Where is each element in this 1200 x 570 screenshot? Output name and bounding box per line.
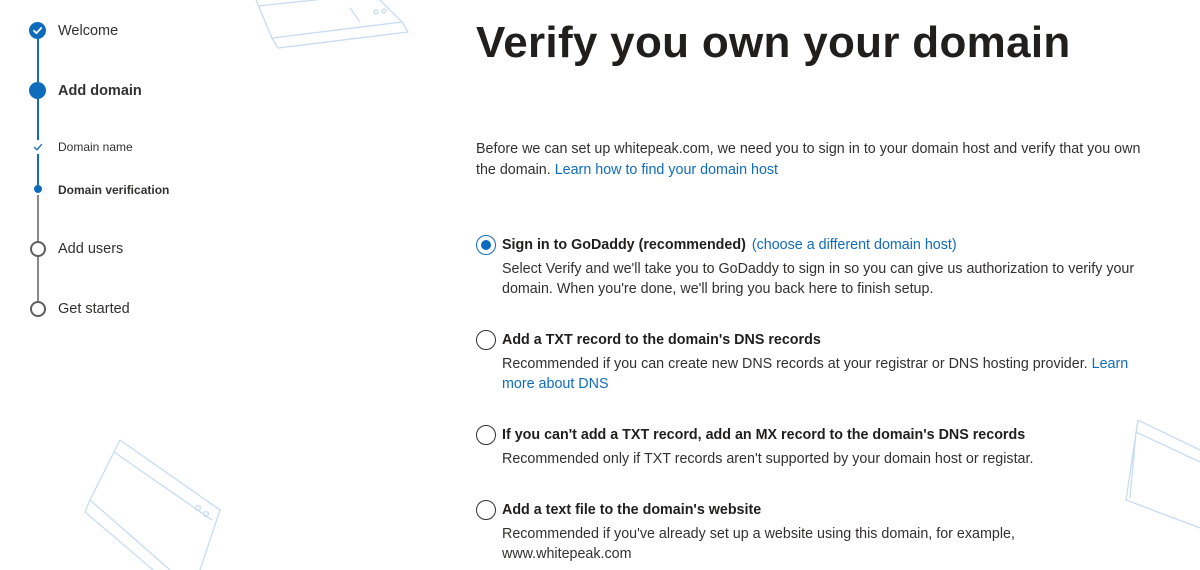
option-description: Recommended if you can create new DNS re… bbox=[502, 354, 1142, 394]
radio-selected-icon[interactable] bbox=[476, 235, 496, 255]
option-description: Select Verify and we'll take you to GoDa… bbox=[502, 261, 1135, 297]
setup-stepper: Welcome Add domain Domain name Domain ve… bbox=[0, 0, 250, 570]
current-substep-dot-icon bbox=[34, 185, 42, 193]
step-add-domain: Add domain bbox=[58, 83, 142, 99]
step-connector bbox=[37, 99, 39, 140]
step-connector bbox=[37, 39, 39, 82]
substep-domain-name: Domain name bbox=[58, 140, 133, 154]
step-welcome: Welcome bbox=[58, 23, 119, 39]
option-description: Recommended if you've already set up a w… bbox=[502, 526, 1015, 562]
step-add-users: Add users bbox=[58, 241, 124, 257]
option-label[interactable]: If you can't add a TXT record, add an MX… bbox=[502, 427, 1025, 443]
pending-step-icon bbox=[30, 241, 46, 257]
find-domain-host-link[interactable]: Learn how to find your domain host bbox=[555, 162, 778, 178]
radio-empty-icon[interactable] bbox=[476, 330, 496, 350]
choose-different-host-link[interactable]: (choose a different domain host) bbox=[752, 237, 957, 253]
substep-domain-verification: Domain verification bbox=[58, 183, 170, 197]
step-connector bbox=[37, 154, 39, 185]
option-label[interactable]: Add a text file to the domain's website bbox=[502, 502, 761, 518]
current-step-icon bbox=[29, 82, 46, 99]
option-txt-record[interactable]: Add a TXT record to the domain's DNS rec… bbox=[476, 330, 1156, 394]
option-text-file[interactable]: Add a text file to the domain's website … bbox=[476, 500, 1156, 564]
option-label[interactable]: Add a TXT record to the domain's DNS rec… bbox=[502, 332, 821, 348]
pending-step-icon bbox=[30, 301, 46, 317]
option-mx-record[interactable]: If you can't add a TXT record, add an MX… bbox=[476, 425, 1156, 469]
checkmark-circle-icon bbox=[29, 22, 46, 39]
step-connector bbox=[37, 257, 39, 301]
option-description-text: Recommended if you can create new DNS re… bbox=[502, 356, 1088, 372]
option-label[interactable]: Sign in to GoDaddy (recommended) bbox=[502, 237, 746, 253]
intro-paragraph: Before we can set up whitepeak.com, we n… bbox=[476, 139, 1156, 181]
browser-window-illustration bbox=[255, 0, 410, 49]
checkmark-icon bbox=[31, 140, 45, 154]
page-title: Verify you own your domain bbox=[476, 18, 1071, 67]
option-description: Recommended only if TXT records aren't s… bbox=[502, 451, 1034, 467]
step-connector bbox=[37, 195, 39, 241]
option-sign-in-godaddy[interactable]: Sign in to GoDaddy (recommended) (choose… bbox=[476, 235, 1156, 299]
step-get-started: Get started bbox=[58, 301, 130, 317]
radio-empty-icon[interactable] bbox=[476, 500, 496, 520]
radio-empty-icon[interactable] bbox=[476, 425, 496, 445]
